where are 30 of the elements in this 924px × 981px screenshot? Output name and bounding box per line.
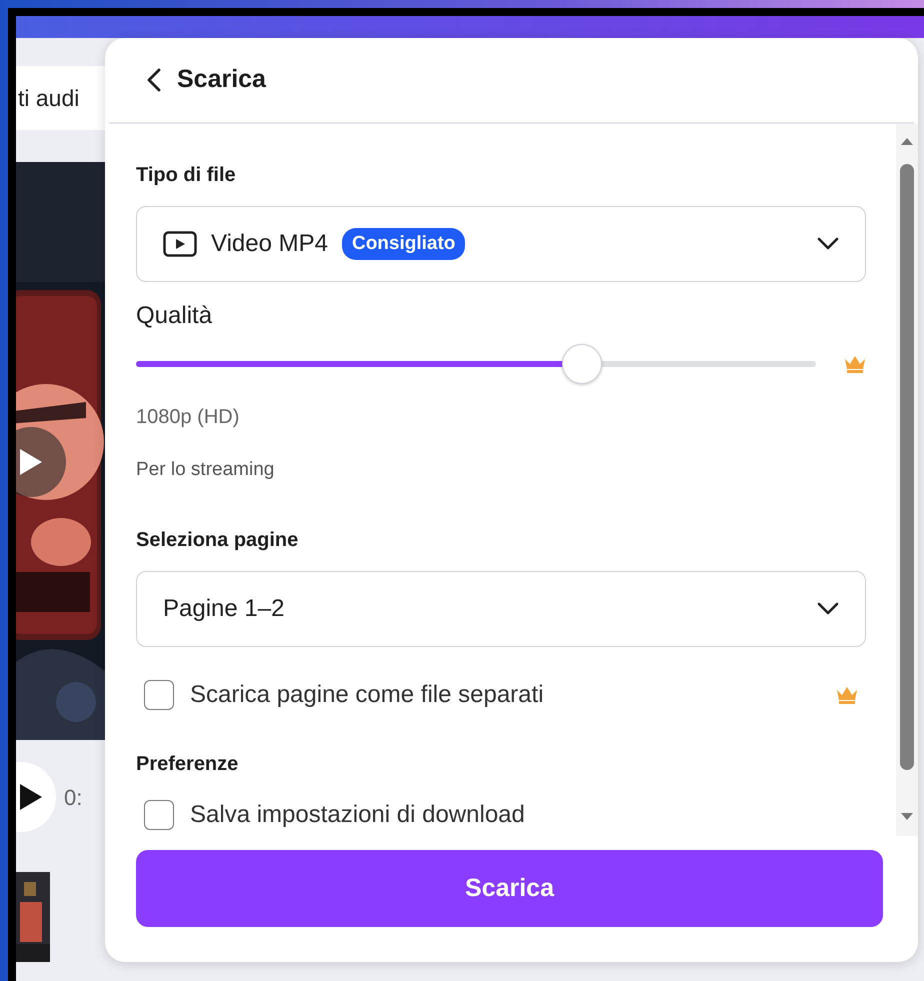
scroll-up-arrow-icon[interactable] bbox=[900, 136, 914, 146]
section-label: Seleziona pagine bbox=[136, 528, 300, 552]
dropdown-value: Video MP4 bbox=[211, 229, 328, 259]
checkbox[interactable] bbox=[144, 800, 174, 830]
time-label: 0: bbox=[64, 784, 82, 812]
play-icon bbox=[18, 447, 44, 477]
chevron-down-icon bbox=[817, 602, 839, 616]
play-button[interactable] bbox=[16, 427, 66, 497]
video-icon bbox=[163, 231, 197, 257]
download-button[interactable]: Scarica bbox=[136, 850, 883, 927]
checkbox-label: Scarica pagine come file separati bbox=[190, 680, 544, 710]
slider[interactable] bbox=[136, 343, 816, 385]
chevron-down-icon bbox=[817, 237, 839, 251]
play-icon bbox=[18, 782, 44, 812]
hint-text: Per lo streaming bbox=[136, 458, 276, 482]
pages-dropdown[interactable]: Pagine 1–2 bbox=[136, 570, 866, 646]
quality-label: Qualità bbox=[136, 301, 214, 331]
section-label: Tipo di file bbox=[136, 163, 237, 188]
checkbox-label: Salva impostazioni di download bbox=[190, 800, 525, 830]
checkbox[interactable] bbox=[144, 680, 174, 710]
panel-title: Scarica bbox=[177, 64, 266, 96]
scroll-down-arrow-icon[interactable] bbox=[900, 812, 914, 822]
recommended-badge: Consigliato bbox=[342, 228, 466, 260]
resolution-text: 1080p (HD) bbox=[136, 405, 240, 430]
slider-thumb[interactable] bbox=[562, 344, 602, 384]
section-label: Preferenze bbox=[136, 752, 240, 776]
scrollbar[interactable] bbox=[896, 124, 918, 836]
file-type-dropdown[interactable]: Video MP4 Consigliato bbox=[136, 206, 866, 282]
back-button[interactable] bbox=[147, 68, 161, 92]
dropdown-value: Pagine 1–2 bbox=[163, 594, 284, 624]
